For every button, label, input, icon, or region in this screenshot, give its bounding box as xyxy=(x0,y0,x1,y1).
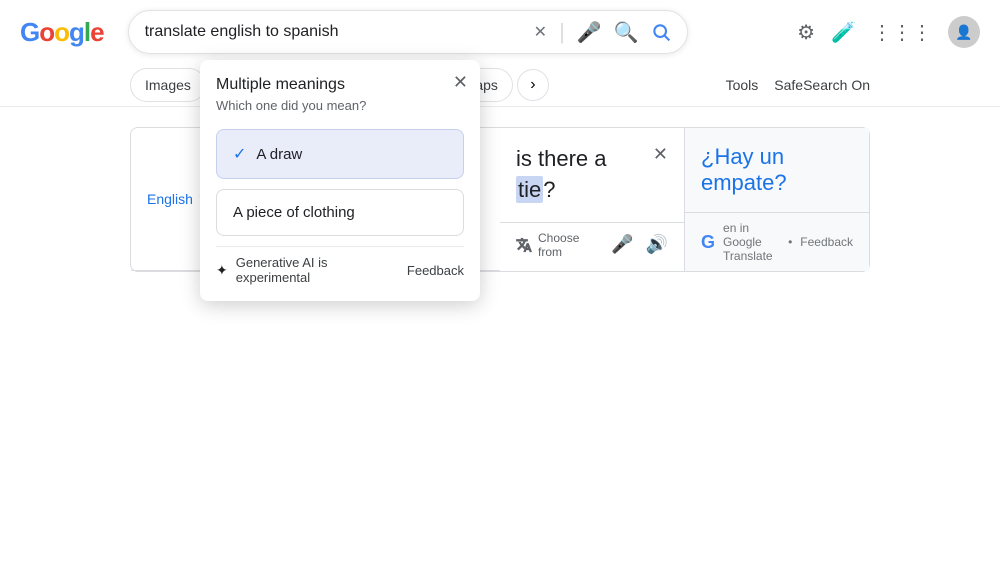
clear-input-button[interactable]: ✕ xyxy=(653,144,668,165)
speaker-icon[interactable]: 🔊 xyxy=(646,234,668,255)
check-icon: ✓ xyxy=(233,144,246,164)
mic-icon[interactable]: 🎤 xyxy=(577,20,602,45)
popup-feedback-link[interactable]: Feedback xyxy=(407,263,464,278)
translator-input-panel: is there a tie? ✕ Choose from 🎤 🔊 xyxy=(500,128,685,271)
output-footer: G en in Google Translate • Feedback xyxy=(685,212,869,271)
tab-images[interactable]: Images xyxy=(130,68,206,102)
meaning-draw-label: A draw xyxy=(256,146,302,163)
clear-search-icon[interactable]: ✕ xyxy=(534,22,547,42)
microphone-icon[interactable]: 🎤 xyxy=(611,234,633,255)
translator-body: is there a tie? ✕ Choose from 🎤 🔊 ¿Hay u… xyxy=(500,128,869,271)
feedback-link[interactable]: Feedback xyxy=(800,235,853,249)
search-icons: ✕ | 🎤 🔍 xyxy=(534,19,671,45)
tools-button[interactable]: Tools xyxy=(726,77,759,93)
ai-icon: ✦ xyxy=(216,262,228,279)
input-before: is there a xyxy=(516,146,607,171)
popup-close-button[interactable]: ✕ xyxy=(453,72,468,93)
ai-label: Generative AI is experimental xyxy=(236,255,399,285)
safesearch-button[interactable]: SafeSearch On xyxy=(774,77,870,93)
meaning-option-clothing[interactable]: A piece of clothing xyxy=(216,189,464,236)
labs-icon[interactable]: 🧪 xyxy=(831,20,856,45)
logo-g: G xyxy=(20,17,39,47)
source-lang-label: English xyxy=(147,191,193,207)
input-after: ? xyxy=(543,177,555,202)
dot-separator: • xyxy=(788,235,792,249)
input-footer: Choose from 🎤 🔊 xyxy=(500,222,684,267)
settings-icon[interactable]: ⚙ xyxy=(797,20,815,45)
search-input[interactable] xyxy=(145,23,526,41)
nav-right: Tools SafeSearch On xyxy=(726,77,870,93)
popup-footer: ✦ Generative AI is experimental Feedback xyxy=(216,246,464,285)
divider: | xyxy=(559,19,565,45)
input-area[interactable]: is there a tie? ✕ xyxy=(500,128,684,222)
search-submit-icon[interactable] xyxy=(651,22,671,42)
highlighted-word: tie xyxy=(516,176,543,203)
choose-from-section: Choose from xyxy=(516,231,599,259)
output-area: ¿Hay un empate? xyxy=(685,128,869,212)
logo-g2: g xyxy=(69,17,84,47)
input-text: is there a tie? xyxy=(516,144,645,206)
nav-tabs: Images News Shopping Videos Maps › Tools… xyxy=(0,64,1000,107)
logo-o1: o xyxy=(39,17,54,47)
choose-from-label: Choose from xyxy=(538,231,599,259)
header-right: ⚙ 🧪 ⋮⋮⋮ 👤 xyxy=(797,16,980,48)
search-bar: ✕ | 🎤 🔍 xyxy=(128,10,688,54)
logo-o2: o xyxy=(54,17,69,47)
meaning-option-draw[interactable]: ✓ A draw xyxy=(216,129,464,179)
lens-icon[interactable]: 🔍 xyxy=(614,20,639,45)
google-g-logo: G xyxy=(701,232,715,253)
popup-title: Multiple meanings xyxy=(216,76,464,94)
logo-e: e xyxy=(90,17,103,47)
meaning-clothing-label: A piece of clothing xyxy=(233,204,355,221)
translate-icon xyxy=(516,236,532,254)
popup-subtitle: Which one did you mean? xyxy=(216,98,464,113)
translator-output-panel: ¿Hay un empate? G en in Google Translate… xyxy=(685,128,869,271)
google-logo: Google xyxy=(20,17,104,48)
open-in-translate-link[interactable]: en in Google Translate xyxy=(723,221,780,263)
header: Google ✕ | 🎤 🔍 ⚙ 🧪 ⋮⋮⋮ 👤 xyxy=(0,0,1000,64)
multiple-meanings-popup: Multiple meanings Which one did you mean… xyxy=(200,60,480,301)
main-content: English ▼ ⇄ Spanish ▼ is there a tie? ✕ xyxy=(0,107,1000,292)
avatar[interactable]: 👤 xyxy=(948,16,980,48)
output-text: ¿Hay un empate? xyxy=(701,144,787,195)
apps-grid-icon[interactable]: ⋮⋮⋮ xyxy=(872,20,932,45)
more-tabs-button[interactable]: › xyxy=(517,69,549,101)
